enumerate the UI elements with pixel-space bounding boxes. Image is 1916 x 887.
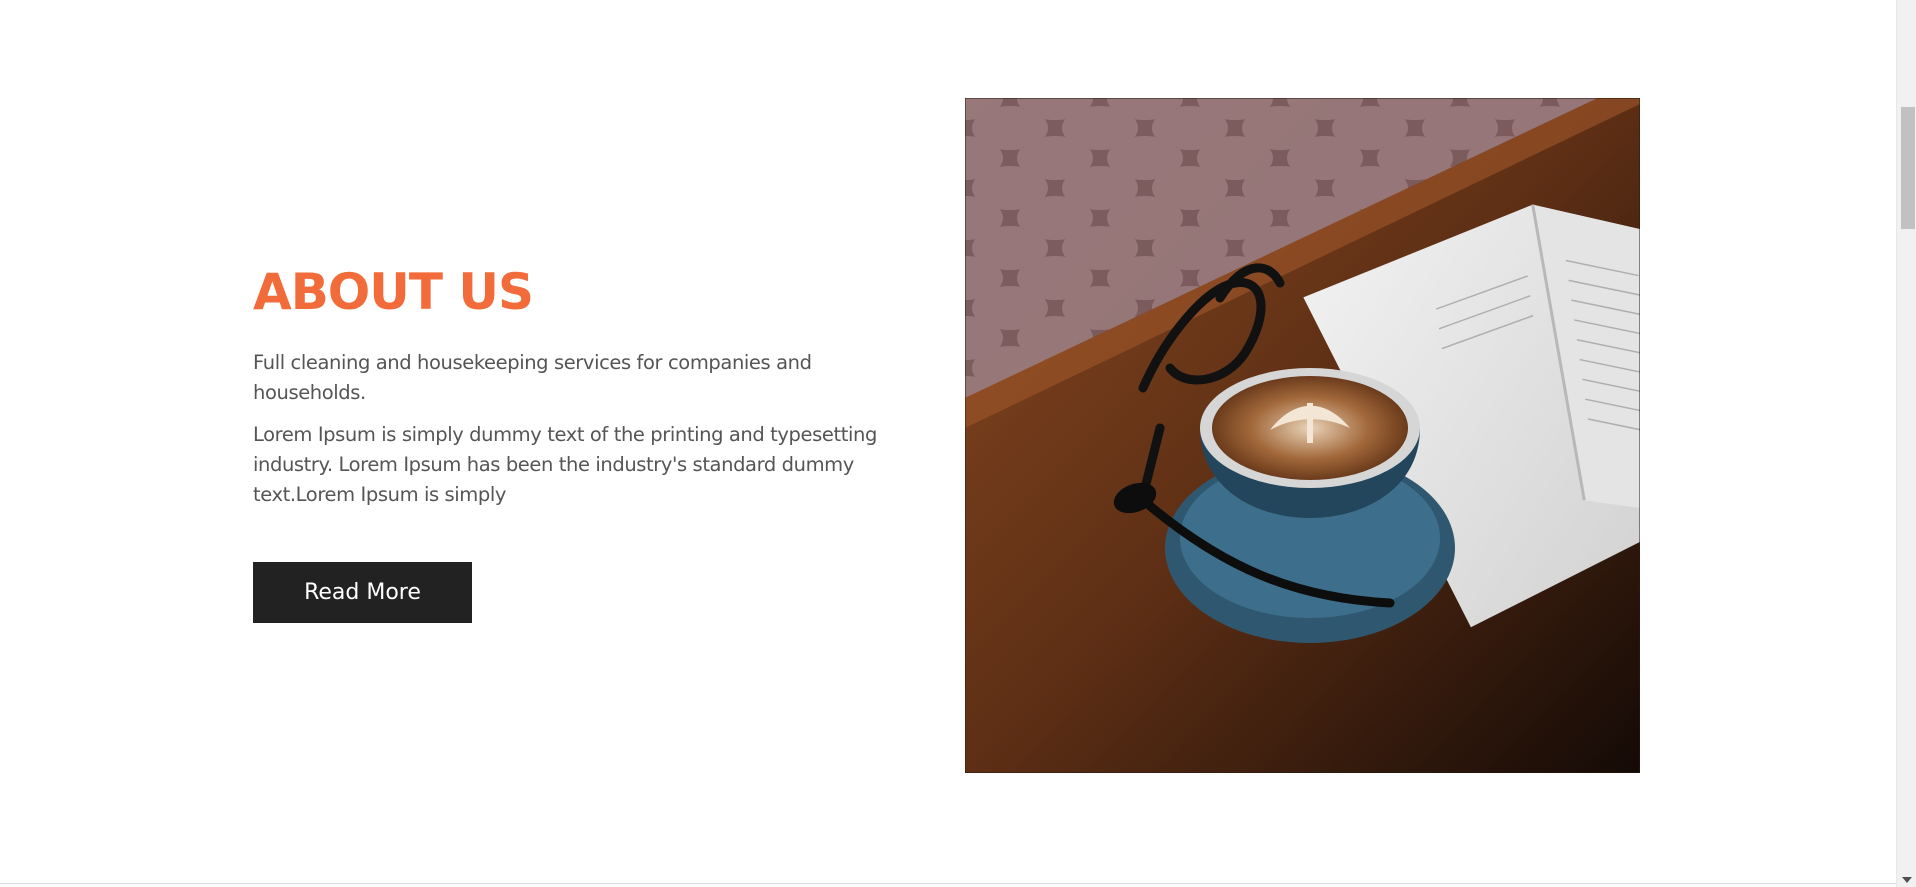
page-bottom-divider (0, 883, 1896, 884)
about-title: ABOUT US (253, 263, 534, 321)
vertical-scrollbar[interactable] (1896, 0, 1916, 887)
about-text-column: ABOUT US Full cleaning and housekeeping … (253, 262, 923, 623)
about-image (965, 98, 1640, 773)
coffee-photo-illustration (965, 98, 1640, 773)
scrollbar-thumb[interactable] (1901, 107, 1915, 229)
scroll-down-arrow-icon[interactable] (1902, 877, 1912, 883)
read-more-button[interactable]: Read More (253, 562, 472, 623)
page: ABOUT US Full cleaning and housekeeping … (0, 0, 1916, 887)
about-section: ABOUT US Full cleaning and housekeeping … (0, 0, 1896, 887)
about-subtitle: Full cleaning and housekeeping services … (253, 351, 812, 404)
about-body: Lorem Ipsum is simply dummy text of the … (253, 423, 877, 506)
